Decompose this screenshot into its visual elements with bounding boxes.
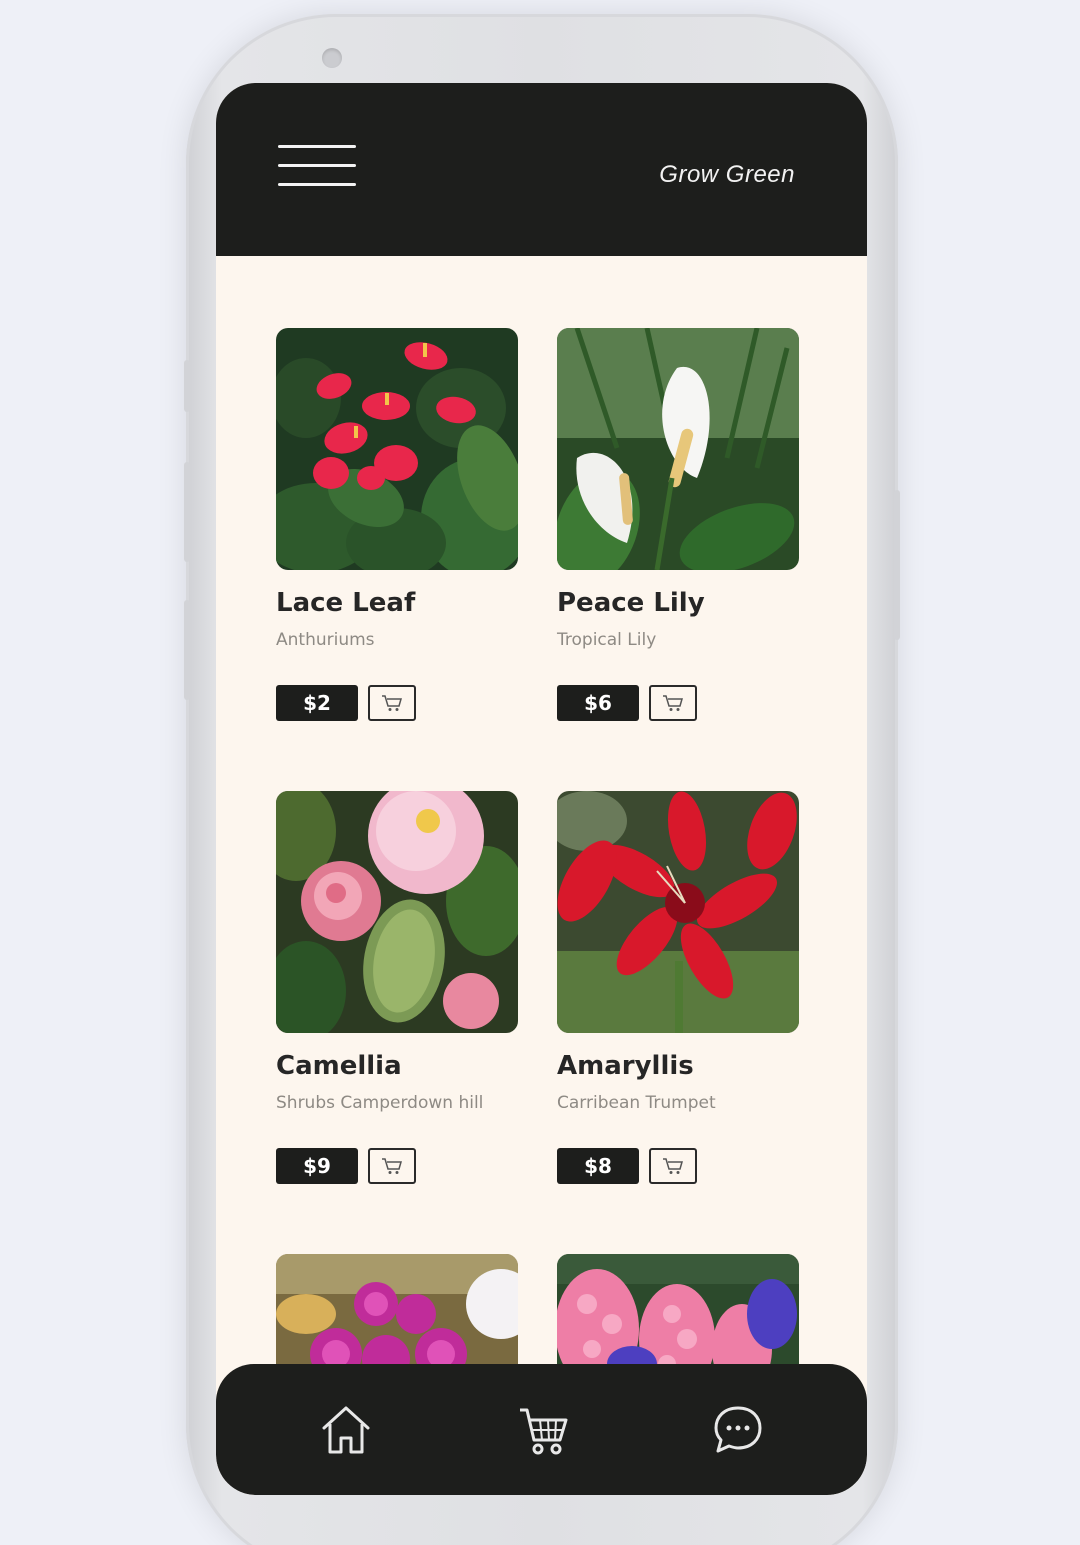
product-subtitle: Anthuriums <box>276 630 375 650</box>
stage: Lace Leaf Anthuriums $2 Peace Lily Tropi… <box>0 0 1080 1545</box>
front-camera <box>322 48 342 68</box>
product-card[interactable]: Camellia Shrubs Camperdown hill $9 <box>276 791 518 1184</box>
white-peace-lily-photo[interactable] <box>557 328 799 570</box>
add-to-cart-button[interactable] <box>649 1148 697 1184</box>
product-subtitle: Shrubs Camperdown hill <box>276 1093 484 1113</box>
pink-camellia-photo[interactable] <box>276 791 518 1033</box>
phone-side-button <box>894 490 900 640</box>
product-subtitle: Carribean Trumpet <box>557 1093 716 1113</box>
bottom-nav <box>216 1364 867 1495</box>
product-name: Amaryllis <box>557 1051 694 1081</box>
brand-title: Grow Green <box>659 161 795 188</box>
product-name: Camellia <box>276 1051 402 1081</box>
home-icon[interactable] <box>316 1402 376 1458</box>
cart-icon <box>663 695 683 711</box>
add-to-cart-button[interactable] <box>368 685 416 721</box>
product-name: Lace Leaf <box>276 588 416 618</box>
product-card[interactable]: Lace Leaf Anthuriums $2 <box>276 328 518 721</box>
red-amaryllis-photo[interactable] <box>557 791 799 1033</box>
chat-icon[interactable] <box>708 1402 768 1458</box>
price-badge: $6 <box>557 685 639 721</box>
price-badge: $9 <box>276 1148 358 1184</box>
cart-icon[interactable] <box>514 1402 574 1458</box>
red-anthurium-photo[interactable] <box>276 328 518 570</box>
price-badge: $8 <box>557 1148 639 1184</box>
add-to-cart-button[interactable] <box>368 1148 416 1184</box>
product-subtitle: Tropical Lily <box>557 630 657 650</box>
phone-side-button <box>184 462 190 562</box>
product-card[interactable]: Amaryllis Carribean Trumpet $8 <box>557 791 799 1184</box>
add-to-cart-button[interactable] <box>649 685 697 721</box>
cart-icon <box>382 695 402 711</box>
product-card[interactable]: Peace Lily Tropical Lily $6 <box>557 328 799 721</box>
price-badge: $2 <box>276 685 358 721</box>
app-header: Grow Green <box>216 83 867 256</box>
product-name: Peace Lily <box>557 588 705 618</box>
hamburger-menu-icon[interactable] <box>278 145 356 193</box>
cart-icon <box>382 1158 402 1174</box>
cart-icon <box>663 1158 683 1174</box>
phone-side-button <box>184 360 190 412</box>
phone-screen: Lace Leaf Anthuriums $2 Peace Lily Tropi… <box>216 83 867 1495</box>
phone-side-button <box>184 600 190 700</box>
